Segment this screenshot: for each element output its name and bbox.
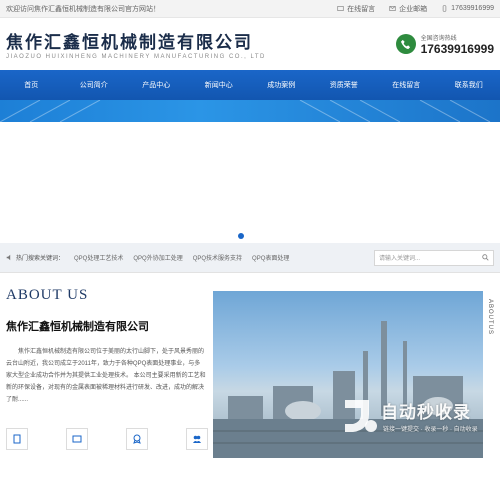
about-description: 焦作汇鑫恒机械制造有限公司位于美丽的太行山脚下，处于风景秀丽的云台山附近，我公司… bbox=[6, 349, 206, 403]
nav-item-home[interactable]: 首页 bbox=[0, 70, 63, 100]
document-icon[interactable] bbox=[6, 428, 28, 450]
search-bar: 热门搜索关键词： QPQ处理工艺技术 QPQ外协加工处理 QPQ技术服务支持 Q… bbox=[0, 243, 500, 273]
nav-item-message[interactable]: 在线留言 bbox=[375, 70, 438, 100]
about-section: ABOUT US 焦作汇鑫恒机械制造有限公司 焦作汇鑫恒机械制造有限公司位于美丽… bbox=[0, 273, 500, 458]
slider-dot-active[interactable] bbox=[238, 233, 244, 239]
topbar-phone: 17639916999 bbox=[441, 5, 494, 12]
hotline-number: 17639916999 bbox=[420, 41, 494, 56]
welcome-text: 欢迎访问焦作汇鑫恒机械制造有限公司官方网站！ bbox=[6, 5, 160, 13]
keyword-link[interactable]: QPQ技术服务支持 bbox=[193, 253, 242, 262]
hotline-label: 全国咨询热线 bbox=[420, 35, 457, 42]
search-icon[interactable] bbox=[482, 254, 489, 261]
nav-item-contact[interactable]: 联系我们 bbox=[438, 70, 500, 100]
banner-slider bbox=[0, 100, 500, 243]
nav-item-news[interactable]: 新闻中心 bbox=[188, 70, 251, 100]
phone-icon bbox=[442, 5, 447, 12]
logo-subtitle: JIAOZUO HUIXINHENG MACHINERY MANUFACTURI… bbox=[6, 54, 266, 60]
site-header: 焦作汇鑫恒机械制造有限公司 JIAOZUO HUIXINHENG MACHINE… bbox=[0, 18, 500, 70]
keyword-link[interactable]: QPQ表面处理 bbox=[252, 253, 289, 262]
nav-item-cases[interactable]: 成功案例 bbox=[250, 70, 313, 100]
hot-keywords: 热门搜索关键词： bbox=[6, 253, 64, 262]
phone-icon bbox=[395, 34, 416, 54]
watermark-subtitle: 链接一键提交 · 收录一秒 · 自动收录 bbox=[383, 427, 478, 433]
logo[interactable]: 焦作汇鑫恒机械制造有限公司 JIAOZUO HUIXINHENG MACHINE… bbox=[6, 28, 266, 60]
keyword-link[interactable]: QPQ外协加工处理 bbox=[133, 253, 182, 262]
mail-icon[interactable] bbox=[66, 428, 88, 450]
award-icon[interactable] bbox=[126, 428, 148, 450]
email-link[interactable]: 企业邮箱 bbox=[389, 4, 427, 14]
search-input[interactable]: 请输入关键词... bbox=[374, 249, 494, 266]
feature-icons bbox=[6, 428, 208, 450]
nav-item-about[interactable]: 公司简介 bbox=[63, 70, 126, 100]
online-message-link[interactable]: 在线留言 bbox=[337, 4, 375, 14]
hotline: 全国咨询热线 17639916999 bbox=[395, 33, 494, 56]
top-bar: 欢迎访问焦作汇鑫恒机械制造有限公司官方网站！ 在线留言 企业邮箱 1763991… bbox=[0, 0, 500, 18]
speaker-icon bbox=[6, 254, 11, 261]
watermark: 自动秒收录 链接一键提交 · 收录一秒 · 自动收录 bbox=[335, 396, 485, 442]
mail-icon bbox=[389, 6, 396, 11]
company-name: 焦作汇鑫恒机械制造有限公司 bbox=[6, 321, 149, 333]
banner-image bbox=[0, 100, 500, 123]
message-icon bbox=[337, 6, 344, 11]
about-title: ABOUT US bbox=[6, 287, 89, 303]
nav-item-honors[interactable]: 资质荣誉 bbox=[313, 70, 376, 100]
watermark-title: 自动秒收录 bbox=[381, 403, 471, 422]
nav-item-products[interactable]: 产品中心 bbox=[125, 70, 188, 100]
main-nav: 首页 公司简介 产品中心 新闻中心 成功案例 资质荣誉 在线留言 联系我们 bbox=[0, 70, 500, 100]
team-icon[interactable] bbox=[186, 428, 208, 450]
logo-title: 焦作汇鑫恒机械制造有限公司 bbox=[6, 33, 253, 52]
keyword-link[interactable]: QPQ处理工艺技术 bbox=[74, 253, 123, 262]
about-side-tab: ABOUTUS bbox=[483, 291, 500, 458]
